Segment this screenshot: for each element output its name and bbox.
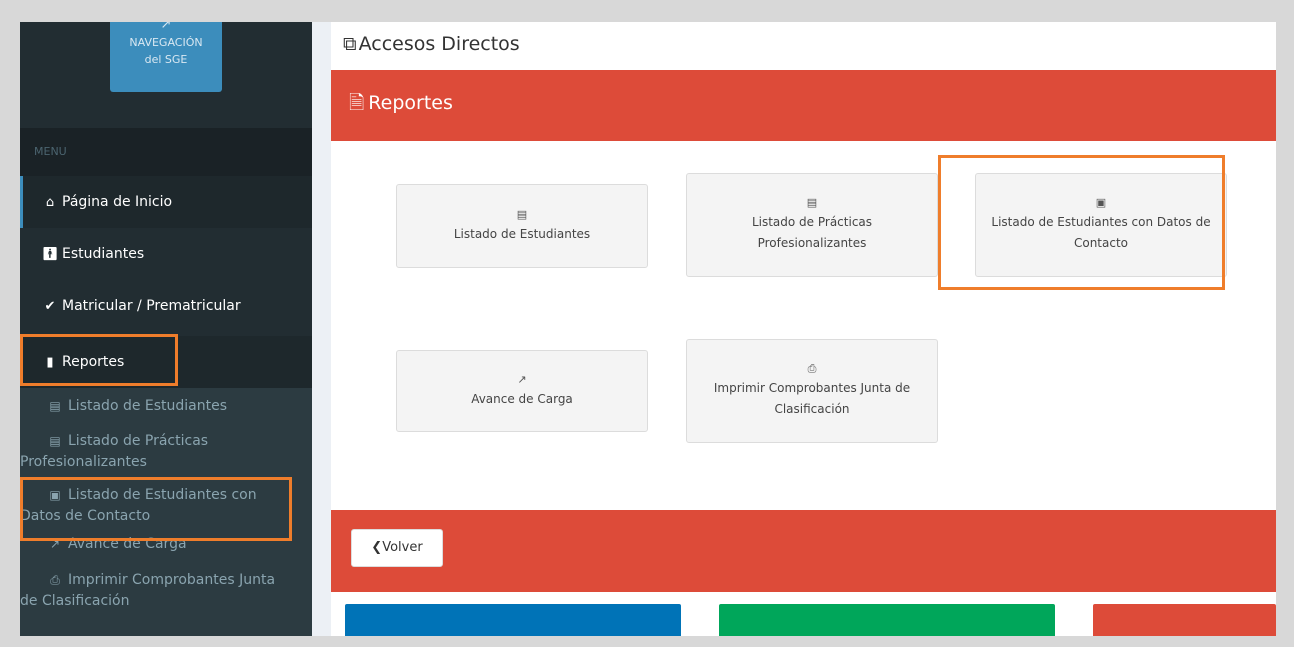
sidebar-item-estudiantes[interactable]: 🚹︎ Estudiantes (20, 228, 312, 280)
back-button-label: Volver (382, 540, 423, 555)
highlight-card-datos-contacto (938, 155, 1225, 290)
sidebar-item-inicio[interactable]: ⌂ Página de Inicio (20, 176, 312, 228)
reports-box-footer: ❮Volver (331, 510, 1276, 592)
menu-header: MENU (20, 128, 312, 176)
external-link-icon: ⧉ (343, 33, 357, 55)
highlight-sidebar-reportes (20, 334, 178, 386)
sge-navigation-button[interactable]: ↗ NAVEGACIÓN del SGE (110, 22, 222, 92)
print-icon: ⎙ (807, 362, 817, 375)
sidebar-item-label: Matricular / Prematricular (62, 298, 241, 314)
sidebar-item-label: Estudiantes (62, 246, 145, 262)
card-practicas[interactable]: ▤ Listado de Prácticas Profesionalizante… (686, 173, 938, 277)
box-title: Reportes (368, 92, 453, 114)
page-title-text: Accesos Directos (358, 33, 520, 55)
card-label: Listado de Estudiantes (453, 226, 591, 241)
app-frame: ↗ NAVEGACIÓN del SGE MENU ⌂ Página de Ini… (20, 22, 1276, 636)
submenu-item-label: Listado de Prácticas (68, 433, 209, 449)
line-chart-icon: ↗ (517, 372, 527, 386)
sidebar-item-label: Página de Inicio (62, 194, 173, 210)
home-icon: ⌂ (45, 195, 55, 210)
page-title: ⧉ Accesos Directos (331, 22, 1276, 70)
list-alt-icon: ▤ (49, 399, 61, 413)
card-label-cont: Clasificación (774, 402, 850, 416)
submenu-item-label-cont: de Clasificación (20, 593, 130, 609)
submenu-item-practicas[interactable]: ▤ Listado de Prácticas Profesionalizantes (20, 431, 312, 473)
highlight-sidebar-datos-contacto (20, 477, 292, 541)
chevron-left-icon: ❮ (371, 540, 383, 555)
card-imprimir-comprobantes[interactable]: ⎙ Imprimir Comprobantes Junta de Clasifi… (686, 339, 938, 443)
nav-button-line2: del SGE (144, 53, 188, 66)
list-alt-icon: ▤ (516, 207, 528, 221)
sidebar-item-matricular[interactable]: ✔ Matricular / Prematricular (20, 280, 312, 332)
check-icon: ✔ (44, 299, 56, 314)
sidebar: ↗ NAVEGACIÓN del SGE MENU ⌂ Página de Ini… (20, 22, 312, 636)
info-tile-matricular[interactable] (719, 604, 1055, 636)
submenu-item-label: Imprimir Comprobantes Junta (68, 572, 276, 588)
card-avance-carga[interactable]: ↗ Avance de Carga (396, 350, 648, 432)
list-alt-icon: ▤ (49, 434, 61, 448)
card-label: Imprimir Comprobantes Junta de (713, 381, 911, 395)
submenu-item-label-cont: Profesionalizantes (20, 454, 147, 470)
card-label: Listado de Prácticas (751, 215, 873, 229)
submenu-item-label: Listado de Estudiantes (68, 398, 228, 414)
card-label-cont: Profesionalizantes (757, 236, 867, 250)
external-link-icon: ↗ (160, 22, 172, 32)
card-label: Avance de Carga (471, 391, 573, 406)
nav-button-line1: NAVEGACIÓN (129, 36, 203, 49)
submenu-item-listado-estudiantes[interactable]: ▤ Listado de Estudiantes (20, 396, 312, 417)
back-button[interactable]: ❮Volver (351, 529, 443, 567)
info-tile-estudiantes[interactable] (345, 604, 681, 636)
info-tile-reportes[interactable] (1093, 604, 1276, 636)
submenu-item-imprimir[interactable]: ⎙ Imprimir Comprobantes Junta de Clasific… (20, 570, 312, 612)
reports-box-header: 🗎︎ Reportes (331, 70, 1276, 141)
print-icon: ⎙ (50, 573, 60, 587)
file-text-icon: 🗎︎ (349, 92, 365, 114)
male-icon: 🚹︎ (42, 247, 59, 262)
card-listado-estudiantes[interactable]: ▤ Listado de Estudiantes (396, 184, 648, 268)
main-content: ⧉ Accesos Directos 🗎︎ Reportes ▤ Listado d… (331, 22, 1276, 636)
list-alt-icon: ▤ (806, 196, 818, 209)
